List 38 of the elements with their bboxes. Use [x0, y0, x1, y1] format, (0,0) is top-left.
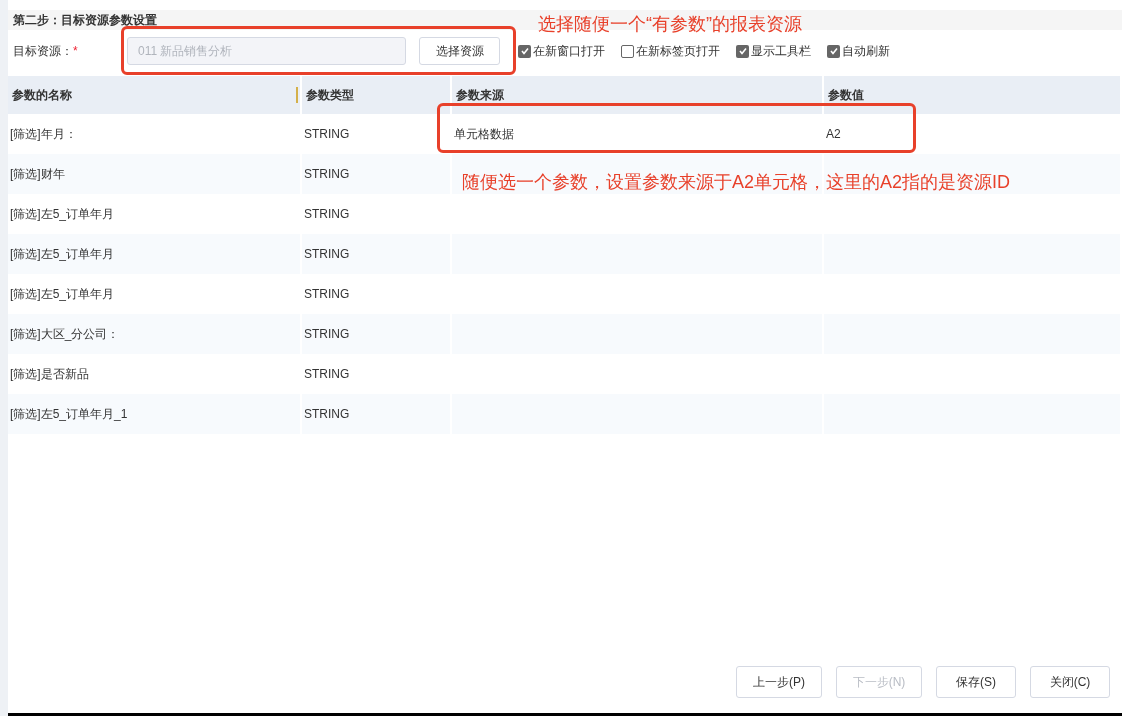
section-title: 第二步：目标资源参数设置 — [13, 12, 157, 29]
table-cell-text: STRING — [304, 126, 350, 143]
annotation-text: 随便选一个参数，设置参数来源于A2单元格，这里的A2指的是资源ID — [462, 171, 1011, 194]
checkbox[interactable] — [518, 44, 531, 58]
table-cell-text: A2 — [826, 126, 841, 143]
table-cell-text: STRING — [304, 166, 350, 183]
select-resource-button[interactable]: 选择资源 — [419, 37, 500, 65]
table-cell-text: STRING — [304, 286, 350, 303]
footer-button[interactable]: 关闭(C) — [1030, 666, 1110, 698]
table-cell-text: STRING — [304, 206, 350, 223]
column-header: 参数来源 — [456, 87, 504, 104]
table-cell-text: [筛选]左5_订单年月 — [10, 286, 114, 303]
checkbox-label: 显示工具栏 — [751, 43, 811, 60]
table-cell-text: STRING — [304, 246, 350, 263]
table-cell-text: [筛选]是否新品 — [10, 366, 89, 383]
checkbox-label: 在新标签页打开 — [636, 43, 720, 60]
table-cell-text: [筛选]财年 — [10, 166, 65, 183]
checkbox-label: 自动刷新 — [842, 43, 890, 60]
column-header: 参数的名称 — [12, 87, 72, 104]
footer-button[interactable]: 保存(S) — [936, 666, 1016, 698]
checkbox[interactable] — [827, 44, 840, 58]
checkbox-label: 在新窗口打开 — [533, 43, 605, 60]
annotation-text: 选择随便一个“有参数”的报表资源 — [538, 13, 802, 36]
table-cell-text: STRING — [304, 366, 350, 383]
column-header: 参数类型 — [306, 87, 354, 104]
footer-button[interactable]: 上一步(P) — [736, 666, 822, 698]
table-cell-text: STRING — [304, 406, 350, 423]
table-cell-text: [筛选]大区_分公司： — [10, 326, 120, 343]
table-cell-text: [筛选]年月： — [10, 126, 77, 143]
column-header: 参数值 — [828, 87, 864, 104]
table-cell-text: STRING — [304, 326, 350, 343]
table-cell-text: [筛选]左5_订单年月 — [10, 246, 114, 263]
table-cell-text: [筛选]左5_订单年月 — [10, 206, 114, 223]
checkbox[interactable] — [621, 44, 634, 58]
field-label: 目标资源：* — [13, 43, 79, 60]
table-cell-text: [筛选]左5_订单年月_1 — [10, 406, 128, 423]
table-cell-text: 单元格数据 — [454, 126, 514, 143]
checkbox[interactable] — [736, 44, 749, 58]
